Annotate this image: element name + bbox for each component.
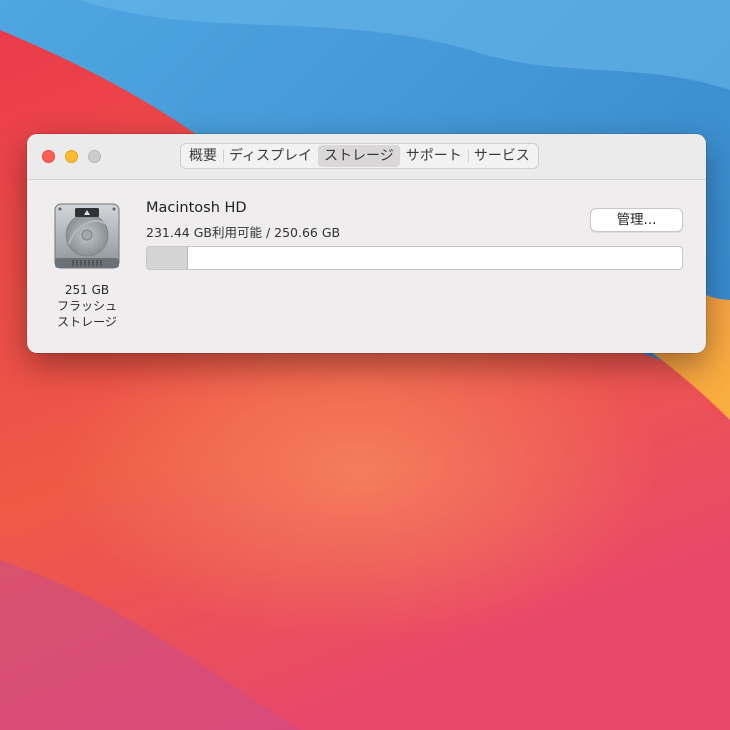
minimize-button[interactable] — [65, 150, 78, 163]
disk-capacity: 251 GB — [64, 283, 110, 297]
manage-button[interactable]: 管理... — [590, 208, 683, 232]
zoom-button — [88, 150, 101, 163]
disk-type-line1: フラッシュ — [56, 299, 117, 313]
tab-displays[interactable]: ディスプレイ — [223, 145, 318, 167]
about-this-mac-window: 概要 ディスプレイ ストレージ サポート サービス 251 GB フラッシュ ス… — [27, 134, 706, 353]
desktop-wallpaper — [0, 0, 730, 730]
title-bar: 概要 ディスプレイ ストレージ サポート サービス — [27, 134, 706, 180]
volume-available-info: 231.44 GB利用可能 / 250.66 GB — [146, 225, 341, 240]
tab-overview[interactable]: 概要 — [183, 145, 223, 167]
close-button[interactable] — [42, 150, 55, 163]
volume-name: Macintosh HD — [146, 200, 247, 216]
tab-support[interactable]: サポート — [400, 145, 468, 167]
tab-service[interactable]: サービス — [467, 145, 536, 167]
tab-storage[interactable]: ストレージ — [318, 145, 400, 167]
storage-usage-bar — [146, 246, 683, 270]
storage-usage-fill — [147, 247, 189, 269]
hard-drive-icon — [54, 203, 120, 269]
tab-bar: 概要 ディスプレイ ストレージ サポート サービス — [180, 143, 539, 169]
disk-caption: 251 GB フラッシュ ストレージ — [37, 282, 137, 330]
disk-type-line2: ストレージ — [57, 315, 117, 329]
